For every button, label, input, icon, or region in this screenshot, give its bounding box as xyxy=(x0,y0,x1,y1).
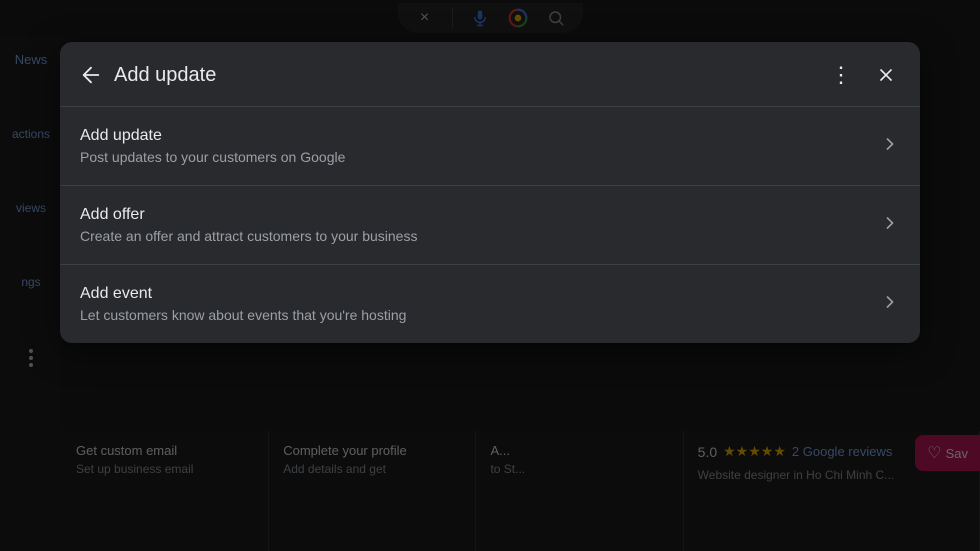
menu-item-add-event[interactable]: Add event Let customers know about event… xyxy=(60,264,920,343)
menu-item-add-offer-content: Add offer Create an offer and attract cu… xyxy=(80,206,880,244)
back-button[interactable] xyxy=(80,64,102,86)
modal-backdrop: Add update ⋮ Add update Post updates to … xyxy=(0,0,980,551)
menu-item-add-update-desc: Post updates to your customers on Google xyxy=(80,149,880,165)
modal-title: Add update xyxy=(114,64,810,87)
menu-item-add-event-content: Add event Let customers know about event… xyxy=(80,285,880,323)
menu-item-add-offer-title: Add offer xyxy=(80,206,880,224)
chevron-right-icon-3 xyxy=(880,292,900,317)
chevron-right-icon-1 xyxy=(880,134,900,159)
menu-item-add-offer[interactable]: Add offer Create an offer and attract cu… xyxy=(60,185,920,264)
menu-item-add-update-title: Add update xyxy=(80,127,880,145)
menu-item-add-update-content: Add update Post updates to your customer… xyxy=(80,127,880,165)
chevron-right-icon-2 xyxy=(880,213,900,238)
menu-item-add-event-title: Add event xyxy=(80,285,880,303)
modal-header: Add update ⋮ xyxy=(60,42,920,106)
more-options-button[interactable]: ⋮ xyxy=(822,60,860,90)
menu-item-add-offer-desc: Create an offer and attract customers to… xyxy=(80,228,880,244)
menu-item-add-update[interactable]: Add update Post updates to your customer… xyxy=(60,106,920,185)
modal-body: Add update Post updates to your customer… xyxy=(60,106,920,343)
menu-item-add-event-desc: Let customers know about events that you… xyxy=(80,307,880,323)
add-update-modal: Add update ⋮ Add update Post updates to … xyxy=(60,42,920,343)
close-modal-button[interactable] xyxy=(872,61,900,89)
